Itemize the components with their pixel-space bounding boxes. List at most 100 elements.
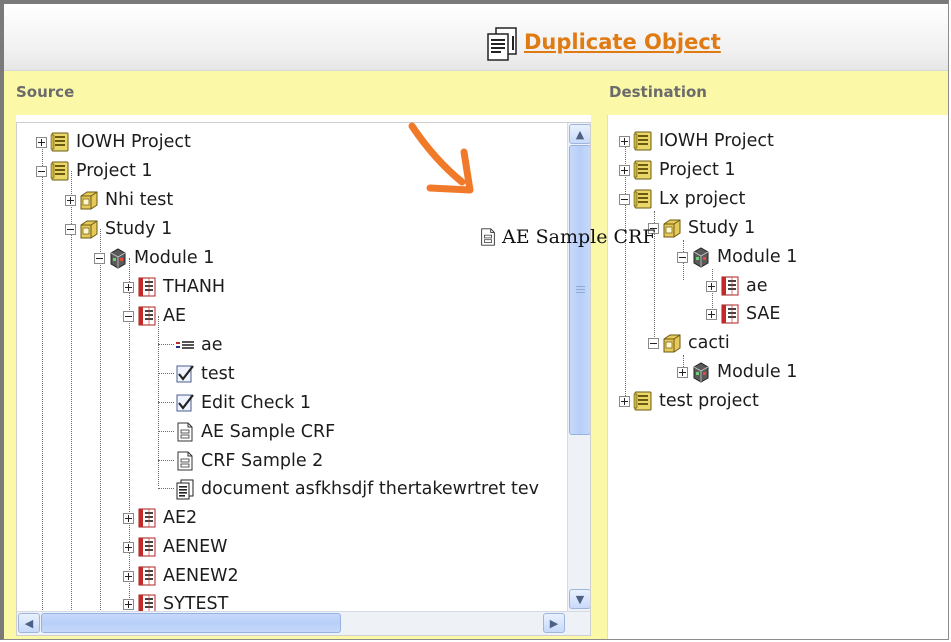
scroll-left-button[interactable]: ◀ [18, 613, 40, 633]
destination-tree-pane[interactable]: IOWH Project Project 1 Lx project Study … [608, 115, 948, 639]
form-folder-icon [719, 275, 741, 297]
duplicate-object-dialog: Duplicate Object Source Destination IOWH… [0, 0, 949, 640]
scroll-down-button[interactable]: ▼ [569, 589, 590, 609]
expand-toggle[interactable] [677, 366, 688, 378]
tree-node-label: test project [659, 391, 759, 411]
duplicate-document-icon [487, 27, 517, 61]
drag-ghost-label: AE Sample CRF [502, 226, 656, 248]
tree-node-label: AE [163, 306, 187, 326]
tree-node-label: Nhi test [105, 190, 174, 210]
tree-node[interactable]: Study 1 [648, 215, 755, 241]
expand-toggle[interactable] [123, 512, 134, 524]
list-icon [174, 334, 196, 356]
tree-node[interactable]: AENEW [123, 534, 227, 560]
tree-node[interactable]: Module 1 [677, 359, 797, 385]
collapse-toggle[interactable] [65, 223, 76, 235]
collapse-toggle[interactable] [648, 337, 659, 349]
tree-node[interactable]: Lx project [619, 186, 745, 212]
tree-node[interactable]: Project 1 [619, 157, 736, 183]
source-tree-pane[interactable]: IOWH Project Project 1 Nhi test Study 1 [16, 122, 591, 636]
tree-node-label: cacti [688, 333, 730, 353]
tree-node[interactable]: AE2 [123, 505, 197, 531]
tree-node-label: Study 1 [105, 219, 173, 239]
tree-node[interactable]: test [174, 361, 235, 387]
expand-toggle[interactable] [706, 280, 717, 292]
crf-form-icon [174, 421, 196, 443]
tree-node[interactable]: AE Sample CRF [174, 419, 335, 445]
collapse-toggle[interactable] [619, 193, 630, 205]
tree-node[interactable]: IOWH Project [619, 128, 774, 154]
tree-node[interactable]: Module 1 [677, 244, 797, 270]
expand-toggle[interactable] [619, 164, 630, 176]
form-folder-icon [719, 303, 741, 325]
expand-toggle[interactable] [65, 194, 76, 206]
form-folder-icon [136, 536, 158, 558]
horizontal-scrollbar[interactable]: ◀ ▶ [17, 611, 590, 635]
chevron-right-icon: ▶ [549, 616, 559, 630]
tree-node[interactable]: AE [123, 303, 186, 329]
tree-node-label: test [201, 364, 235, 384]
project-icon [49, 160, 71, 182]
tree-node[interactable]: document asfkhsdjf thertakewrtret tev [174, 476, 539, 502]
module-icon [690, 361, 712, 383]
form-folder-icon [136, 276, 158, 298]
tree-node-label: AE2 [163, 508, 198, 528]
expand-toggle[interactable] [123, 598, 134, 610]
project-icon [632, 390, 654, 412]
tree-node[interactable]: Nhi test [65, 187, 173, 213]
tree-node-label: Module 1 [717, 247, 798, 267]
tree-node[interactable]: IOWH Project [36, 129, 191, 155]
tree-node[interactable]: CRF Sample 2 [174, 448, 323, 474]
tree-node[interactable]: test project [619, 388, 759, 414]
horizontal-scroll-thumb[interactable] [41, 613, 341, 633]
source-pane-label: Source [16, 83, 75, 101]
tree-node-label: AENEW [163, 537, 228, 557]
tree-node-label: AE Sample CRF [201, 422, 336, 442]
tree-node-label: AENEW2 [163, 566, 239, 586]
study-icon [661, 332, 683, 354]
collapse-toggle[interactable] [94, 252, 105, 264]
duplicate-object-title-link[interactable]: Duplicate Object [524, 30, 721, 54]
tree-node-label: Project 1 [659, 160, 736, 180]
expand-toggle[interactable] [619, 135, 630, 147]
scroll-up-button[interactable]: ▲ [569, 124, 590, 144]
vertical-scroll-thumb[interactable] [569, 145, 590, 435]
tree-node[interactable]: Module 1 [94, 245, 214, 271]
tree-node[interactable]: Edit Check 1 [174, 390, 311, 416]
collapse-toggle[interactable] [677, 251, 688, 263]
project-icon [49, 131, 71, 153]
tree-node-label: ae [746, 276, 768, 296]
expand-toggle[interactable] [36, 136, 47, 148]
tree-node[interactable]: AENEW2 [123, 563, 239, 589]
study-icon [78, 218, 100, 240]
scroll-right-button[interactable]: ▶ [543, 613, 565, 633]
chevron-down-icon: ▼ [575, 592, 585, 606]
expand-toggle[interactable] [619, 395, 630, 407]
study-icon [661, 217, 683, 239]
tree-node-label: Module 1 [717, 362, 798, 382]
expand-toggle[interactable] [706, 308, 717, 320]
tree-node[interactable]: THANH [123, 274, 225, 300]
tree-node[interactable]: SAE [706, 301, 780, 327]
tree-node[interactable]: ae [174, 332, 223, 358]
expand-toggle[interactable] [123, 541, 134, 553]
collapse-toggle[interactable] [36, 165, 47, 177]
tree-node[interactable]: cacti [648, 330, 730, 356]
collapse-toggle[interactable] [123, 310, 134, 322]
chevron-left-icon: ◀ [24, 616, 34, 630]
form-folder-icon [136, 507, 158, 529]
vertical-scrollbar[interactable]: ▲ ▼ [567, 123, 590, 611]
tree-node-label: CRF Sample 2 [201, 451, 324, 471]
project-icon [632, 188, 654, 210]
expand-toggle[interactable] [123, 570, 134, 582]
document-icon [174, 478, 196, 500]
crf-form-icon [174, 450, 196, 472]
tree-node-label: document asfkhsdjf thertakewrtret tev [201, 479, 540, 499]
tree-node[interactable]: Study 1 [65, 216, 172, 242]
expand-toggle[interactable] [123, 281, 134, 293]
chevron-up-icon: ▲ [575, 127, 585, 141]
project-icon [632, 159, 654, 181]
tree-node[interactable]: Project 1 [36, 158, 153, 184]
tree-node[interactable]: ae [706, 273, 768, 299]
source-pane-border [4, 115, 16, 639]
